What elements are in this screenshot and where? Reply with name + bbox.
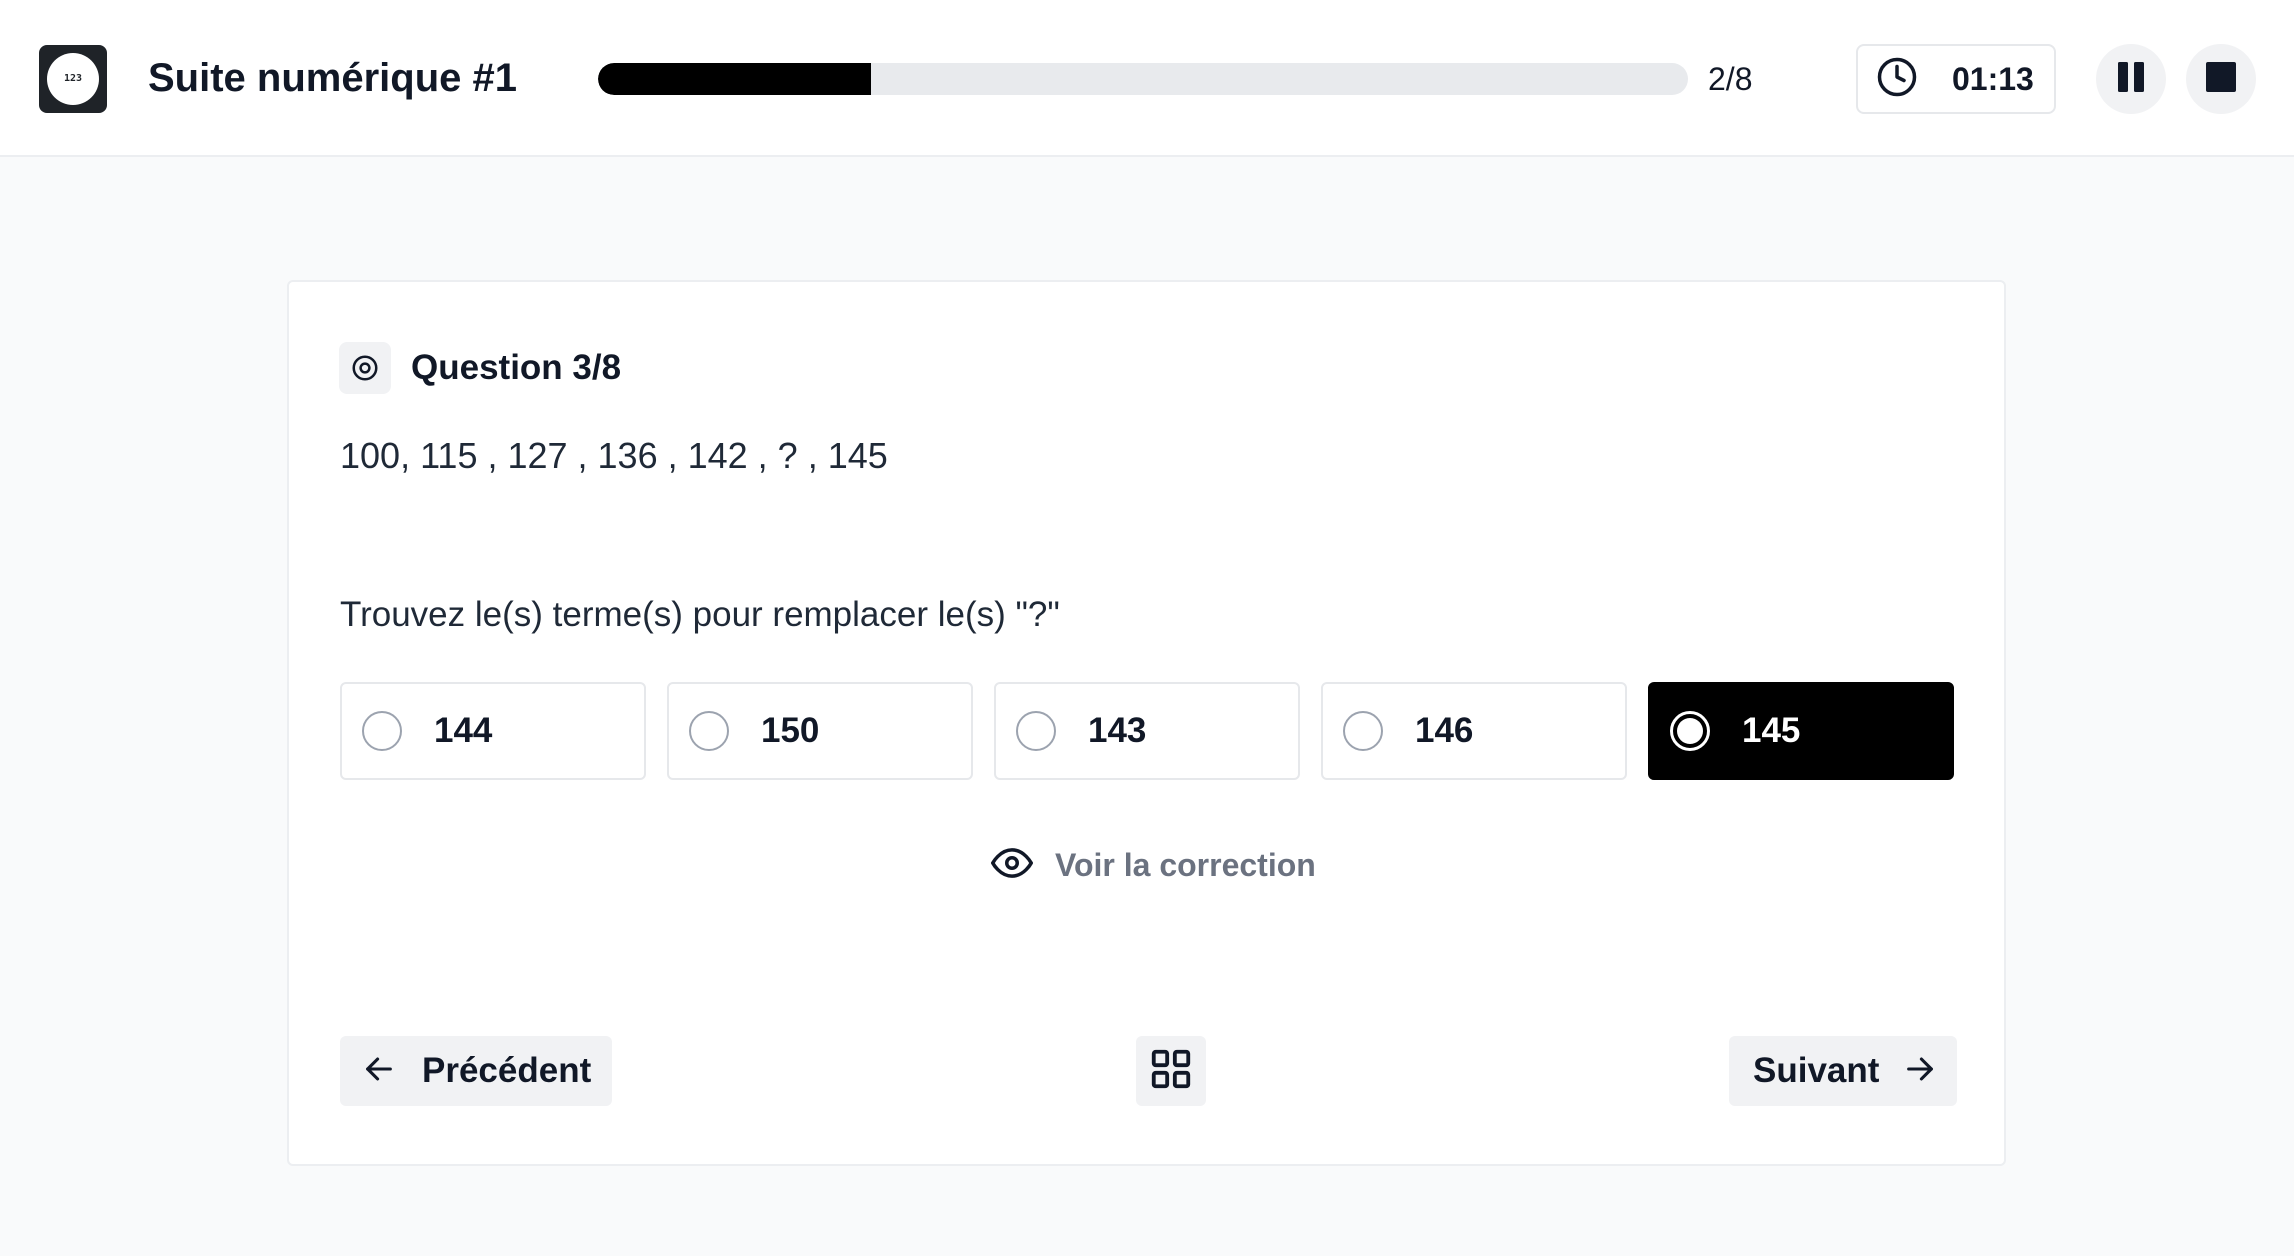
next-button[interactable]: Suivant xyxy=(1729,1036,1957,1106)
pause-button[interactable] xyxy=(2096,44,2166,114)
radio-button[interactable] xyxy=(689,711,729,751)
numbers-logo-icon: 123 xyxy=(39,45,107,113)
timer-value: 01:13 xyxy=(1952,60,2034,97)
progress-fill xyxy=(598,63,871,95)
option-label: 143 xyxy=(1088,711,1147,750)
question-header: Question 3/8 xyxy=(339,342,621,394)
progress-count: 2/8 xyxy=(1708,61,1753,97)
option-label: 144 xyxy=(434,711,493,750)
question-grid-button[interactable] xyxy=(1136,1036,1206,1106)
progress-bar xyxy=(598,63,1688,95)
previous-label: Précédent xyxy=(422,1051,592,1090)
option-label: 146 xyxy=(1415,711,1474,750)
next-label: Suivant xyxy=(1753,1051,1880,1090)
radio-button-checked[interactable] xyxy=(1670,711,1710,751)
timer: 01:13 xyxy=(1856,44,2056,114)
answer-options: 144 150 143 146 145 xyxy=(340,682,1954,780)
clock-icon xyxy=(1876,56,1918,103)
stop-icon xyxy=(2205,61,2237,98)
option-label: 150 xyxy=(761,711,820,750)
radio-button[interactable] xyxy=(1343,711,1383,751)
question-card: Question 3/8 100, 115 , 127 , 136 , 142 … xyxy=(287,280,2006,1166)
stop-button[interactable] xyxy=(2186,44,2256,114)
question-instruction: Trouvez le(s) terme(s) pour remplacer le… xyxy=(340,595,1060,634)
number-sequence: 100, 115 , 127 , 136 , 142 , ? , 145 xyxy=(340,435,888,476)
arrow-right-icon xyxy=(1903,1052,1937,1091)
quiz-title: Suite numérique #1 xyxy=(148,56,517,100)
show-correction-button[interactable]: Voir la correction xyxy=(991,842,1316,889)
pause-icon xyxy=(2116,61,2146,98)
radio-button[interactable] xyxy=(362,711,402,751)
answer-option-selected[interactable]: 145 xyxy=(1648,682,1954,780)
top-bar: 123 Suite numérique #1 2/8 01:13 xyxy=(0,0,2294,157)
radio-dot xyxy=(1677,718,1703,744)
logo-badge: 123 xyxy=(47,53,99,105)
option-label: 145 xyxy=(1742,711,1801,750)
arrow-left-icon xyxy=(362,1052,396,1091)
answer-option[interactable]: 150 xyxy=(667,682,973,780)
question-number: Question 3/8 xyxy=(411,348,622,387)
previous-button[interactable]: Précédent xyxy=(340,1036,612,1106)
target-icon xyxy=(339,342,391,394)
answer-option[interactable]: 143 xyxy=(994,682,1300,780)
answer-option[interactable]: 146 xyxy=(1321,682,1627,780)
grid-icon xyxy=(1148,1046,1194,1097)
eye-icon xyxy=(991,842,1033,889)
show-correction-label: Voir la correction xyxy=(1055,847,1316,883)
radio-button[interactable] xyxy=(1016,711,1056,751)
answer-option[interactable]: 144 xyxy=(340,682,646,780)
